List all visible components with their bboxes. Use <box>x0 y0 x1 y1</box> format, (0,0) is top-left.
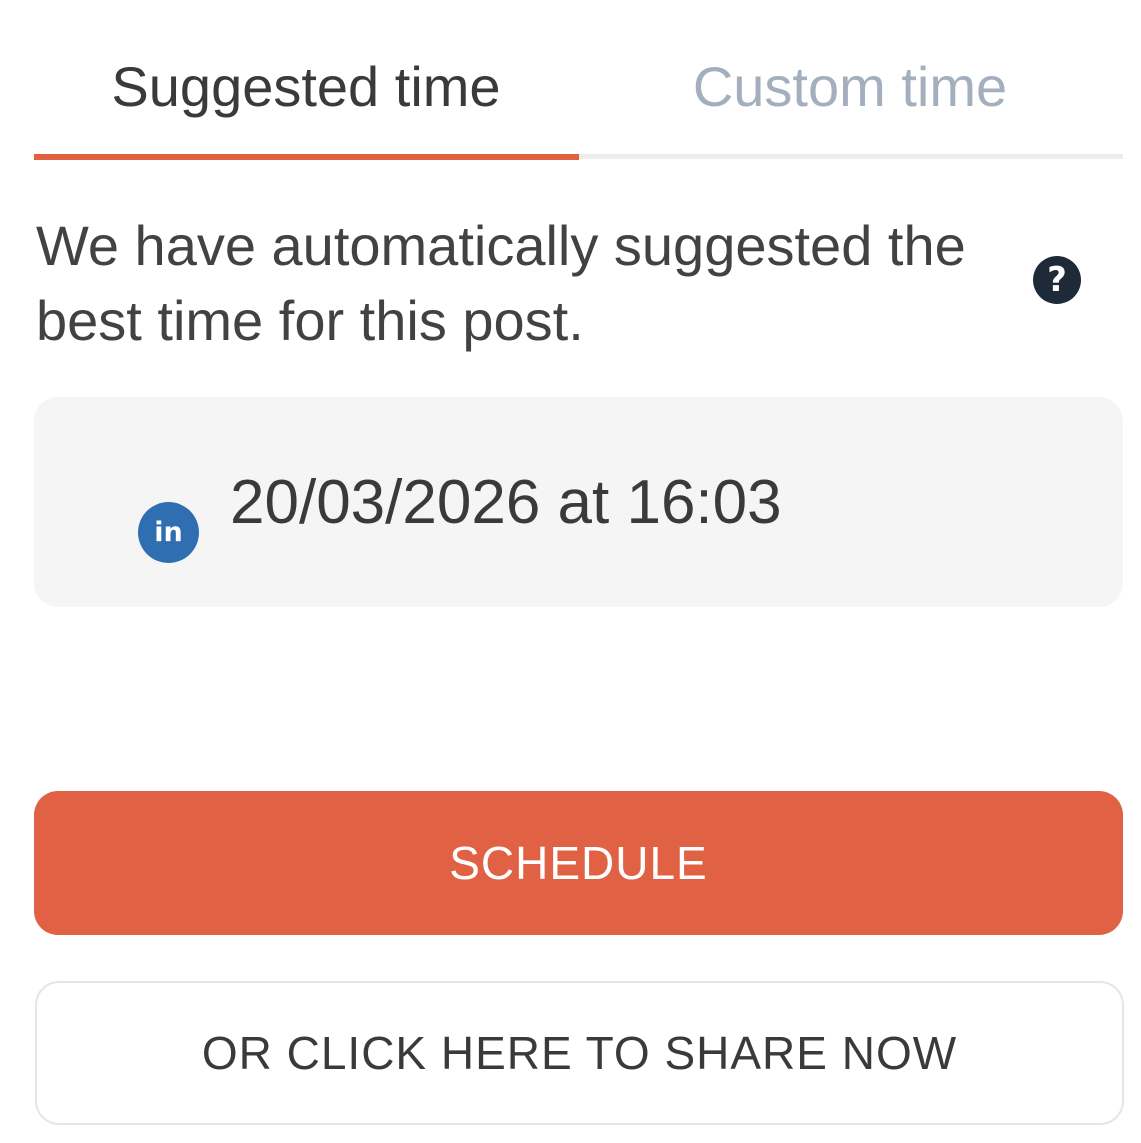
tab-custom-time[interactable]: Custom time <box>578 55 1122 125</box>
share-now-button[interactable]: OR CLICK HERE TO SHARE NOW <box>35 981 1124 1125</box>
suggested-time-card: in 20/03/2026 at 16:03 <box>34 397 1123 607</box>
active-tab-indicator <box>34 154 579 160</box>
suggested-datetime: 20/03/2026 at 16:03 <box>230 468 782 537</box>
tab-suggested-time[interactable]: Suggested time <box>34 55 578 125</box>
question-circle-icon[interactable]: ? <box>1033 256 1081 304</box>
schedule-button[interactable]: SCHEDULE <box>34 791 1123 935</box>
schedule-tabs: Suggested time Custom time <box>34 0 1123 160</box>
suggestion-description: We have automatically suggested the best… <box>36 214 966 352</box>
linkedin-icon: in <box>138 502 199 563</box>
